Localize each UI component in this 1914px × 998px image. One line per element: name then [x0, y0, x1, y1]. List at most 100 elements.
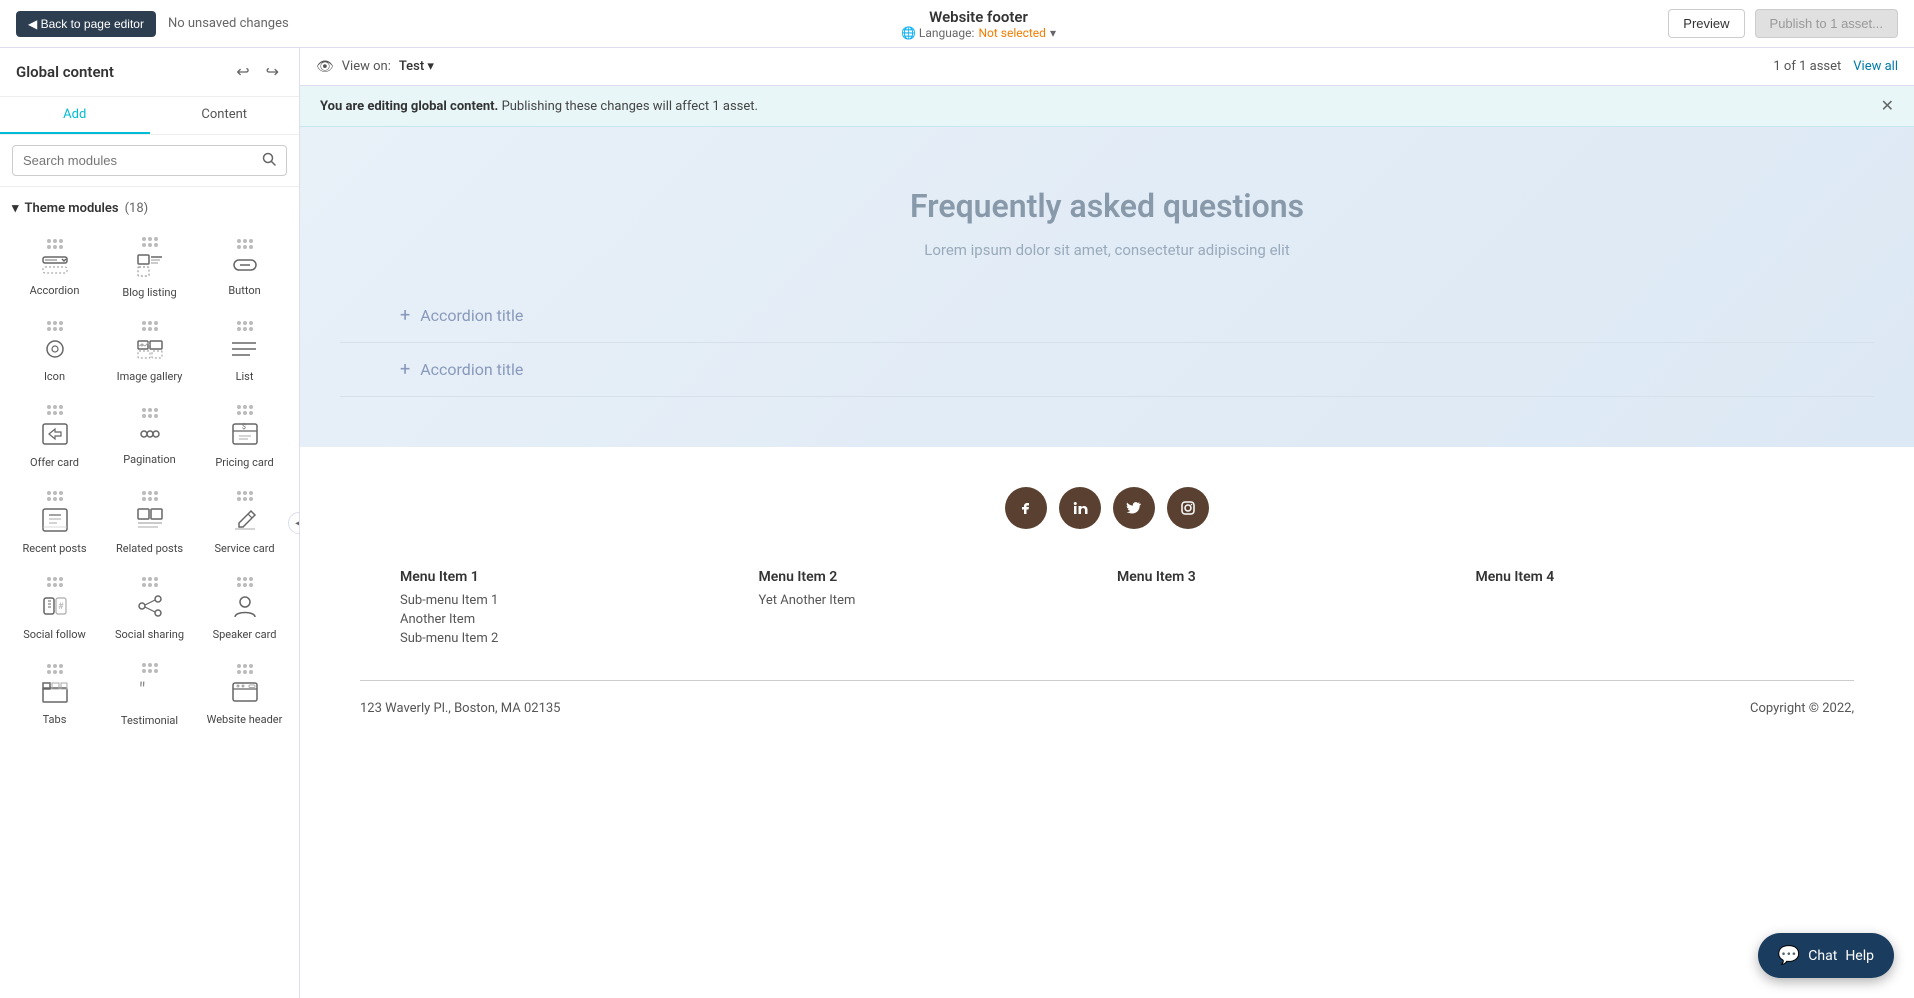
- module-item-service-card[interactable]: Service card: [198, 480, 291, 564]
- drag-handle-image-gallery: [142, 321, 158, 331]
- main-layout: Global content ↩ ↪ Add Content: [0, 48, 1914, 998]
- service-card-icon: [231, 507, 259, 538]
- svg-text:": ": [139, 679, 145, 702]
- accordion-item-1[interactable]: + Accordion title: [340, 289, 1874, 343]
- info-banner-text: You are editing global content. Publishi…: [320, 99, 758, 114]
- module-item-recent-posts[interactable]: Recent posts: [8, 480, 101, 564]
- footer-nav-heading-3: Menu Item 3: [1117, 569, 1456, 585]
- search-button[interactable]: [252, 146, 286, 175]
- module-item-pagination[interactable]: Pagination: [103, 394, 196, 478]
- speaker-card-icon: [231, 593, 259, 624]
- module-item-testimonial[interactable]: " Testimonial: [103, 652, 196, 736]
- module-label-pagination: Pagination: [123, 453, 175, 466]
- info-close-button[interactable]: ✕: [1881, 96, 1894, 116]
- social-twitter-button[interactable]: [1113, 487, 1155, 529]
- info-banner-bold: You are editing global content.: [320, 99, 498, 114]
- module-item-social-follow[interactable]: # Social follow: [8, 566, 101, 650]
- tab-add[interactable]: Add: [0, 97, 150, 134]
- language-selector[interactable]: Not selected: [978, 26, 1045, 40]
- chevron-down-icon: ▾: [12, 201, 19, 216]
- drag-handle-website-header: [237, 664, 253, 674]
- recent-posts-icon: [41, 507, 69, 538]
- drag-handle-list: [237, 321, 253, 331]
- module-item-image-gallery[interactable]: Image gallery: [103, 310, 196, 392]
- social-linkedin-button[interactable]: [1059, 487, 1101, 529]
- redo-button[interactable]: ↪: [262, 60, 283, 84]
- tabs-icon: [41, 680, 69, 709]
- language-prefix: 🌐 Language:: [901, 26, 974, 40]
- social-instagram-button[interactable]: [1167, 487, 1209, 529]
- module-item-accordion[interactable]: Accordion: [8, 226, 101, 308]
- module-item-tabs[interactable]: Tabs: [8, 652, 101, 736]
- footer-nav-col-2: Menu Item 2 Yet Another Item: [759, 569, 1098, 650]
- social-sharing-icon: [136, 593, 164, 624]
- info-banner-rest: Publishing these changes will affect 1 a…: [502, 99, 758, 114]
- top-bar: ◀ Back to page editor No unsaved changes…: [0, 0, 1914, 48]
- drag-handle-icon: [47, 321, 63, 331]
- footer-nav-heading-2: Menu Item 2: [759, 569, 1098, 585]
- svg-text:#: #: [58, 602, 64, 612]
- top-bar-center: Website footer 🌐 Language: Not selected …: [901, 8, 1056, 40]
- top-bar-right: Preview Publish to 1 asset...: [1668, 9, 1898, 38]
- view-all-button[interactable]: View all: [1853, 59, 1898, 74]
- plus-icon-1: +: [400, 305, 410, 326]
- module-label-social-sharing: Social sharing: [115, 628, 184, 641]
- list-icon: [231, 337, 259, 366]
- instagram-icon: [1180, 500, 1196, 516]
- module-item-list[interactable]: List: [198, 310, 291, 392]
- module-item-speaker-card[interactable]: Speaker card: [198, 566, 291, 650]
- info-banner: You are editing global content. Publishi…: [300, 86, 1914, 127]
- social-row: [360, 487, 1854, 529]
- footer-nav-item-1-3[interactable]: Sub-menu Item 2: [400, 631, 739, 646]
- footer-nav-item-2-1[interactable]: Yet Another Item: [759, 593, 1098, 608]
- tab-content[interactable]: Content: [150, 97, 300, 134]
- section-header[interactable]: ▾ Theme modules (18): [0, 195, 299, 222]
- preview-button[interactable]: Preview: [1668, 9, 1744, 38]
- module-item-button[interactable]: Button: [198, 226, 291, 308]
- drag-handle-testimonial: [142, 663, 158, 673]
- content-area: 👁 View on: Test ▾ 1 of 1 asset View all …: [300, 48, 1914, 998]
- module-item-pricing-card[interactable]: $ Pricing card: [198, 394, 291, 478]
- related-posts-icon: [136, 507, 164, 538]
- accordion-item-2[interactable]: + Accordion title: [340, 343, 1874, 397]
- search-input[interactable]: [13, 147, 252, 174]
- page-title: Website footer: [901, 8, 1056, 26]
- undo-button[interactable]: ↩: [232, 60, 253, 84]
- section-count: (18): [125, 201, 149, 216]
- drag-handle-button: [237, 239, 253, 249]
- view-test-selector[interactable]: Test ▾: [399, 59, 434, 74]
- view-label: View on:: [342, 59, 391, 74]
- publish-button[interactable]: Publish to 1 asset...: [1755, 9, 1898, 38]
- drag-handle-social-sharing: [142, 577, 158, 587]
- chevron-down-icon: ▾: [427, 59, 434, 74]
- module-item-social-sharing[interactable]: Social sharing: [103, 566, 196, 650]
- drag-handle-blog: [142, 237, 158, 247]
- button-icon: [231, 255, 259, 280]
- testimonial-icon: ": [136, 679, 164, 710]
- module-item-icon[interactable]: Icon: [8, 310, 101, 392]
- footer-nav-heading-1: Menu Item 1: [400, 569, 739, 585]
- module-label-button: Button: [228, 284, 260, 297]
- asset-count: 1 of 1 asset: [1773, 59, 1841, 74]
- website-header-icon: [231, 680, 259, 709]
- back-to-editor-button[interactable]: ◀ Back to page editor: [16, 11, 156, 37]
- module-item-related-posts[interactable]: Related posts: [103, 480, 196, 564]
- social-facebook-button[interactable]: [1005, 487, 1047, 529]
- module-item-blog-listing[interactable]: Blog listing: [103, 226, 196, 308]
- module-item-offer-card[interactable]: Offer card: [8, 394, 101, 478]
- offer-card-icon: [41, 421, 69, 452]
- accordion-icon: [41, 255, 69, 280]
- faq-subtitle: Lorem ipsum dolor sit amet, consectetur …: [340, 241, 1874, 259]
- drag-handle-speaker-card: [237, 577, 253, 587]
- drag-handle-pagination: [142, 408, 158, 418]
- pricing-card-icon: $: [231, 421, 259, 452]
- footer-section: Menu Item 1 Sub-menu Item 1 Another Item…: [300, 447, 1914, 756]
- module-item-website-header[interactable]: Website header: [198, 652, 291, 736]
- chat-button[interactable]: 💬 Chat Help: [1758, 933, 1894, 978]
- module-label-image-gallery: Image gallery: [117, 370, 183, 383]
- accordion-label-2: Accordion title: [420, 360, 523, 379]
- footer-nav-item-1-1[interactable]: Sub-menu Item 1: [400, 593, 739, 608]
- footer-nav-heading-4: Menu Item 4: [1476, 569, 1815, 585]
- footer-nav-item-1-2[interactable]: Another Item: [400, 612, 739, 627]
- modules-grid: Accordion Blog listing Button: [0, 222, 299, 740]
